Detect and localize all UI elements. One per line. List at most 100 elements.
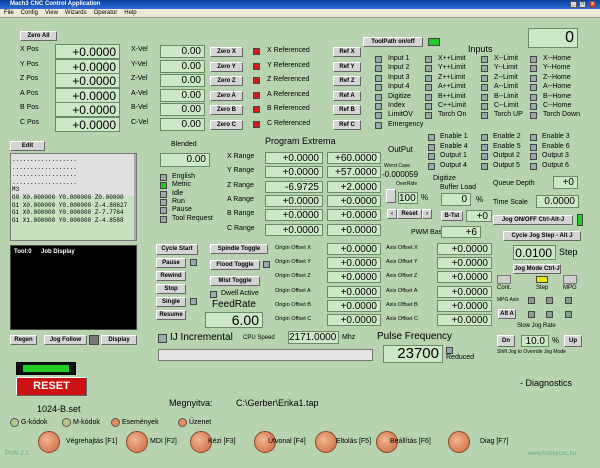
mpg-axis-led-1	[528, 297, 535, 304]
override-up-icon[interactable]: ›	[422, 209, 432, 219]
display-button[interactable]: Display	[101, 335, 137, 345]
queue-depth-label: Queue Depth	[493, 180, 535, 187]
jog-follow-button[interactable]: Jog Follow	[44, 335, 87, 345]
mode-led	[160, 215, 167, 223]
nav-tab-icon[interactable]	[315, 431, 337, 453]
override-slider-button[interactable]	[386, 189, 396, 203]
reset-button[interactable]: RESET	[16, 377, 87, 396]
zero-axis-button[interactable]: Zero A	[210, 90, 243, 101]
menu-config[interactable]: Config	[21, 10, 38, 16]
gcode-listing[interactable]: ........................................…	[10, 153, 137, 241]
zero-axis-button[interactable]: Zero B	[210, 105, 243, 115]
ref-axis-button[interactable]: Ref Y	[333, 61, 361, 72]
regen-button[interactable]: Regen	[10, 335, 37, 345]
gcode-line: G0 X0.000000 Y0.000000 Z0.00000	[12, 193, 124, 201]
nav-tab-label[interactable]: Végrehajtás [F1]	[66, 438, 117, 445]
input-led	[530, 56, 537, 63]
ref-axis-button[interactable]: Ref X	[333, 47, 361, 57]
rewind-button[interactable]: Rewind	[156, 271, 186, 281]
cycle-jog-step-button[interactable]: Cycle Jog Step - Alt J	[503, 231, 581, 241]
zero-all-button[interactable]: Zero All	[20, 31, 57, 41]
b-tst-button[interactable]: B-Tst	[441, 211, 463, 221]
ref-axis-button[interactable]: Ref Z	[333, 76, 361, 86]
mpg-label: MPG	[563, 285, 577, 291]
axis-position-dro[interactable]: +0.0000	[55, 44, 120, 59]
zero-axis-button[interactable]: Zero Y	[210, 61, 243, 72]
pause-button[interactable]: Pause	[156, 258, 186, 268]
toolpath-toggle-button[interactable]: ToolPath on/off	[363, 37, 423, 47]
axis-position-dro[interactable]: +0.0000	[55, 102, 120, 117]
input-label: B--Home	[543, 92, 572, 100]
resume-button[interactable]: Resume	[156, 310, 186, 320]
enable-output-led	[530, 134, 537, 141]
single-button[interactable]: Single	[156, 297, 186, 307]
nav-tab-label[interactable]: Útvonal [F4]	[268, 438, 306, 445]
menu-operator[interactable]: Operator	[94, 10, 118, 16]
nav-tab-icon[interactable]	[126, 431, 148, 453]
origin-offset-value[interactable]: +0.0000	[327, 257, 381, 270]
axis-position-dro[interactable]: +0.0000	[55, 116, 120, 132]
menu-wizards[interactable]: Wizards	[65, 10, 87, 16]
menu-file[interactable]: File	[4, 10, 14, 16]
input-label: X--Limit	[494, 55, 519, 62]
jog-onoff-button[interactable]: Jog ON/OFF Ctrl-Alt-J	[493, 215, 573, 225]
cpu-mhz-label: Mhz	[342, 334, 356, 341]
axis-position-dro[interactable]: +0.0000	[55, 58, 120, 74]
override-down-icon[interactable]: ‹	[387, 209, 397, 219]
close-icon[interactable]: x	[589, 1, 596, 8]
mode-led	[160, 207, 167, 215]
jog-cont-box[interactable]	[497, 275, 511, 284]
nav-tab-label[interactable]: Eltolás [F5]	[336, 438, 371, 445]
enable-output-label: Output 4	[440, 161, 467, 169]
origin-offset-value[interactable]: +0.0000	[327, 299, 381, 312]
jog-mode-button[interactable]: Jog Mode Ctrl-J	[513, 264, 561, 274]
nav-tab-icon[interactable]	[448, 431, 470, 453]
origin-offset-label: Origin Offset B	[275, 301, 311, 308]
origin-offset-value[interactable]: +0.0000	[327, 243, 381, 255]
edit-button[interactable]: Edit	[10, 141, 45, 151]
step-mode-label: Step	[536, 285, 549, 291]
ref-axis-button[interactable]: Ref A	[333, 90, 361, 101]
range-label: X Range	[227, 153, 255, 160]
input-led	[425, 112, 432, 120]
nav-tab-icon[interactable]	[38, 431, 60, 453]
override-reset-button[interactable]: Reset	[397, 209, 422, 219]
axis-velocity-value: 0.00	[160, 88, 205, 102]
menu-help[interactable]: Help	[124, 10, 136, 16]
nav-tab-label[interactable]: Beállítás [F6]	[390, 438, 431, 445]
range-max: +2.0000	[327, 180, 381, 193]
nav-tab-label[interactable]: MDI [F2]	[150, 438, 177, 445]
nav-tab-label[interactable]: Diag [F7]	[480, 438, 508, 445]
spindle-toggle-button[interactable]: Spindle Toggle	[210, 244, 268, 254]
ij-incremental-label: IJ Incremental	[170, 332, 233, 343]
mist-toggle-button[interactable]: Mist Toggle	[210, 276, 260, 286]
maximize-icon[interactable]: □	[579, 1, 586, 8]
origin-offset-value[interactable]: +0.0000	[327, 271, 381, 284]
zero-axis-button[interactable]: Zero Z	[210, 76, 243, 86]
axis-velocity-label: A-Vel	[131, 89, 148, 97]
axis-position-dro[interactable]: +0.0000	[55, 73, 120, 88]
zero-axis-button[interactable]: Zero X	[210, 47, 243, 57]
jog-up-button[interactable]: Up	[564, 335, 582, 347]
alt-a-button[interactable]: Alt A	[498, 309, 516, 319]
axis-position-dro[interactable]: +0.0000	[55, 87, 120, 103]
minimize-icon[interactable]: _	[570, 1, 577, 8]
toolpath-display[interactable]: Tool:0 Job Display	[10, 245, 137, 330]
message-icon	[178, 418, 187, 427]
ref-axis-button[interactable]: Ref C	[333, 119, 361, 130]
input-led	[481, 65, 488, 73]
origin-offset-value[interactable]: +0.0000	[327, 314, 381, 326]
nav-tab-label[interactable]: Kézi [F3]	[208, 438, 236, 445]
ref-axis-button[interactable]: Ref B	[333, 105, 361, 115]
zero-axis-button[interactable]: Zero C	[210, 119, 243, 130]
flood-toggle-button[interactable]: Flood Toggle	[210, 260, 260, 270]
jog-mpg-box[interactable]	[563, 275, 577, 284]
gcode-scrollbar[interactable]	[134, 154, 136, 240]
axis-offset-label: Axis Offset A	[386, 287, 418, 294]
stop-button[interactable]: Stop	[156, 284, 186, 294]
cycle-start-button[interactable]: Cycle Start	[156, 244, 198, 255]
menu-view[interactable]: View	[45, 10, 58, 16]
input-label: B--Limit	[494, 92, 519, 100]
origin-offset-value[interactable]: +0.0000	[327, 285, 381, 298]
jog-down-button[interactable]: Dn	[497, 335, 515, 347]
